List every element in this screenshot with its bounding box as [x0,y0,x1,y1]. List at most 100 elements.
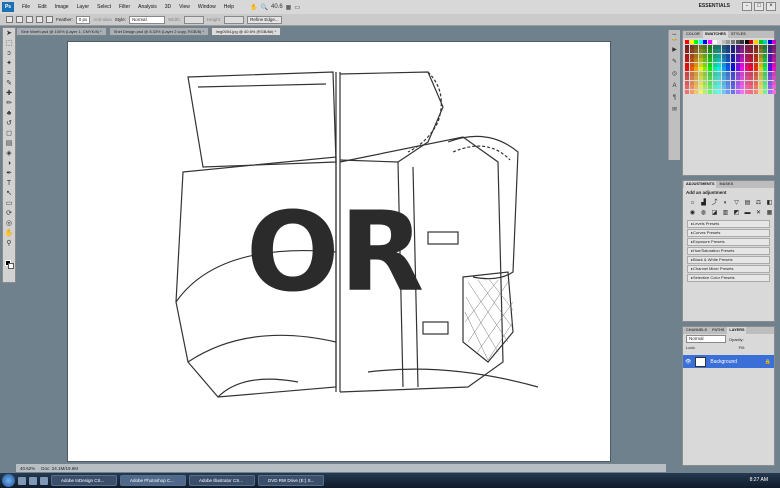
swatch-cell[interactable] [740,40,745,44]
zoom-level[interactable]: 40.6 [271,4,283,10]
swatch-cell[interactable] [730,62,736,67]
swatch-cell[interactable] [717,44,722,49]
swatch-cell[interactable] [703,71,708,76]
swatch-cell[interactable] [698,49,703,53]
swatch-cell[interactable] [685,80,690,85]
swatch-cell[interactable] [749,80,754,85]
swatch-cell[interactable] [740,53,745,58]
swatch-cell[interactable] [685,89,690,94]
swatch-cell[interactable] [726,58,731,62]
dodge-icon[interactable]: ◑ [4,159,14,168]
blend-mode-select[interactable]: Normal [686,335,726,343]
minimize-button[interactable]: - [742,2,752,11]
swatch-cell[interactable] [740,71,745,76]
task-illustrator[interactable]: Adobe Illustrator CS... [189,475,255,486]
task-indesign[interactable]: Adobe InDesign CS... [51,475,117,486]
swatch-cell[interactable] [753,67,758,71]
swatch-cell[interactable] [767,80,772,85]
selective-color-icon[interactable]: ✕ [754,209,763,217]
swatch-cell[interactable] [749,44,754,49]
crop-icon[interactable]: ⌗ [4,69,14,78]
tab-styles[interactable]: STYLES [729,31,748,38]
task-photoshop[interactable]: Adobe Photoshop C... [120,475,186,486]
swatch-cell[interactable] [730,80,736,85]
swatch-cell[interactable] [744,71,749,76]
swatch-cell[interactable] [698,58,703,62]
swatch-cell[interactable] [712,76,717,80]
menu-view[interactable]: View [175,0,194,14]
subtract-selection-icon[interactable] [36,16,43,23]
curves-icon[interactable]: ⤴ [710,199,719,207]
add-selection-icon[interactable] [26,16,33,23]
swatch-cell[interactable] [767,40,772,44]
swatch-cell[interactable] [707,62,713,67]
menu-image[interactable]: Image [51,0,73,14]
swatch-cell[interactable] [758,89,763,94]
swatch-cell[interactable] [721,62,726,67]
swatch-cell[interactable] [726,67,731,71]
swatch-cell[interactable] [744,67,749,71]
swatch-cell[interactable] [735,80,740,85]
preset-hue-saturation[interactable]: Hue/Saturation Presets [687,247,770,255]
eraser-icon[interactable]: ◻ [4,129,14,138]
swatch-cell[interactable] [689,89,694,94]
swatch-cell[interactable] [694,58,699,62]
swatch-cell[interactable] [717,49,722,53]
swatch-cell[interactable] [726,76,731,80]
swatch-cell[interactable] [689,58,694,62]
invert-icon[interactable]: ◪ [710,209,719,217]
swatch-cell[interactable] [735,53,740,58]
swatch-cell[interactable] [740,76,745,80]
swatch-cell[interactable] [685,76,690,80]
swatch-cell[interactable] [730,67,736,71]
swatch-cell[interactable] [753,58,758,62]
history-icon[interactable]: ⌛ [671,34,679,42]
swatch-cell[interactable] [689,76,694,80]
swatch-cell[interactable] [740,44,745,49]
swatch-cell[interactable] [707,53,713,58]
preset-curves[interactable]: Curves Presets [687,229,770,237]
swatch-cell[interactable] [763,40,768,44]
swatch-cell[interactable] [758,80,763,85]
zoom-percent[interactable]: 40.62% [20,466,35,471]
swatch-cell[interactable] [744,40,749,44]
swatch-cell[interactable] [685,62,690,67]
brightness-icon[interactable]: ☼ [688,199,697,207]
swatch-cell[interactable] [758,49,763,53]
swatch-cell[interactable] [744,58,749,62]
screen-mode-icon[interactable]: ▭ [294,4,300,11]
swatch-cell[interactable] [717,40,722,44]
swatch-cell[interactable] [698,80,703,85]
swatch-cell[interactable] [703,89,708,94]
swatch-cell[interactable] [703,49,708,53]
swatch-cell[interactable] [772,85,777,89]
swatch-cell[interactable] [767,58,772,62]
style-select[interactable]: Normal [129,15,166,24]
show-desktop-icon[interactable] [18,476,26,485]
swatch-cell[interactable] [703,53,708,58]
swatch-cell[interactable] [712,40,717,44]
swatch-cell[interactable] [749,71,754,76]
swatch-cell[interactable] [717,85,722,89]
swatch-cell[interactable] [717,76,722,80]
swatch-cell[interactable] [712,44,717,49]
swatch-cell[interactable] [698,53,703,58]
swatch-cell[interactable] [763,49,768,53]
swatch-cell[interactable] [740,58,745,62]
swatch-cell[interactable] [689,85,694,89]
swatch-cell[interactable] [717,89,722,94]
swatch-cell[interactable] [721,67,726,71]
swatch-cell[interactable] [703,85,708,89]
swatch-cell[interactable] [740,67,745,71]
swatch-grid[interactable] [683,38,777,96]
swatch-cell[interactable] [694,85,699,89]
swatch-cell[interactable] [740,62,745,67]
swatch-cell[interactable] [735,67,740,71]
menu-file[interactable]: File [18,0,34,14]
swatch-cell[interactable] [744,53,749,58]
swatch-cell[interactable] [726,49,731,53]
swatch-cell[interactable] [749,62,754,67]
swatch-cell[interactable] [707,49,713,53]
vibrance-icon[interactable]: ▽ [732,199,741,207]
swatch-cell[interactable] [730,71,736,76]
